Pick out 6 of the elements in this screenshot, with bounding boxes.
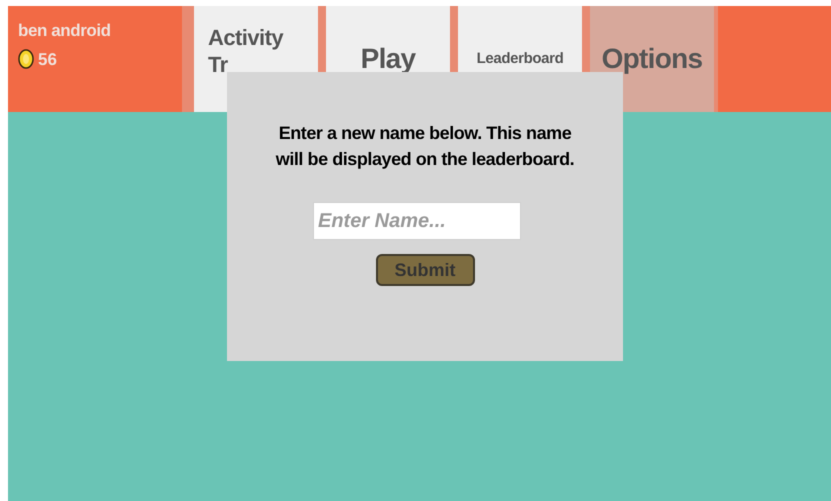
dialog-message: Enter a new name below. This name will be displayed on the leaderboard. [275, 122, 575, 171]
nav-tab[interactable]: Options [590, 6, 714, 112]
username: ben android [18, 22, 112, 39]
coin-count: 56 [38, 50, 57, 68]
coin-icon [18, 49, 34, 69]
name-input-field[interactable]: Enter Name... [313, 202, 521, 240]
